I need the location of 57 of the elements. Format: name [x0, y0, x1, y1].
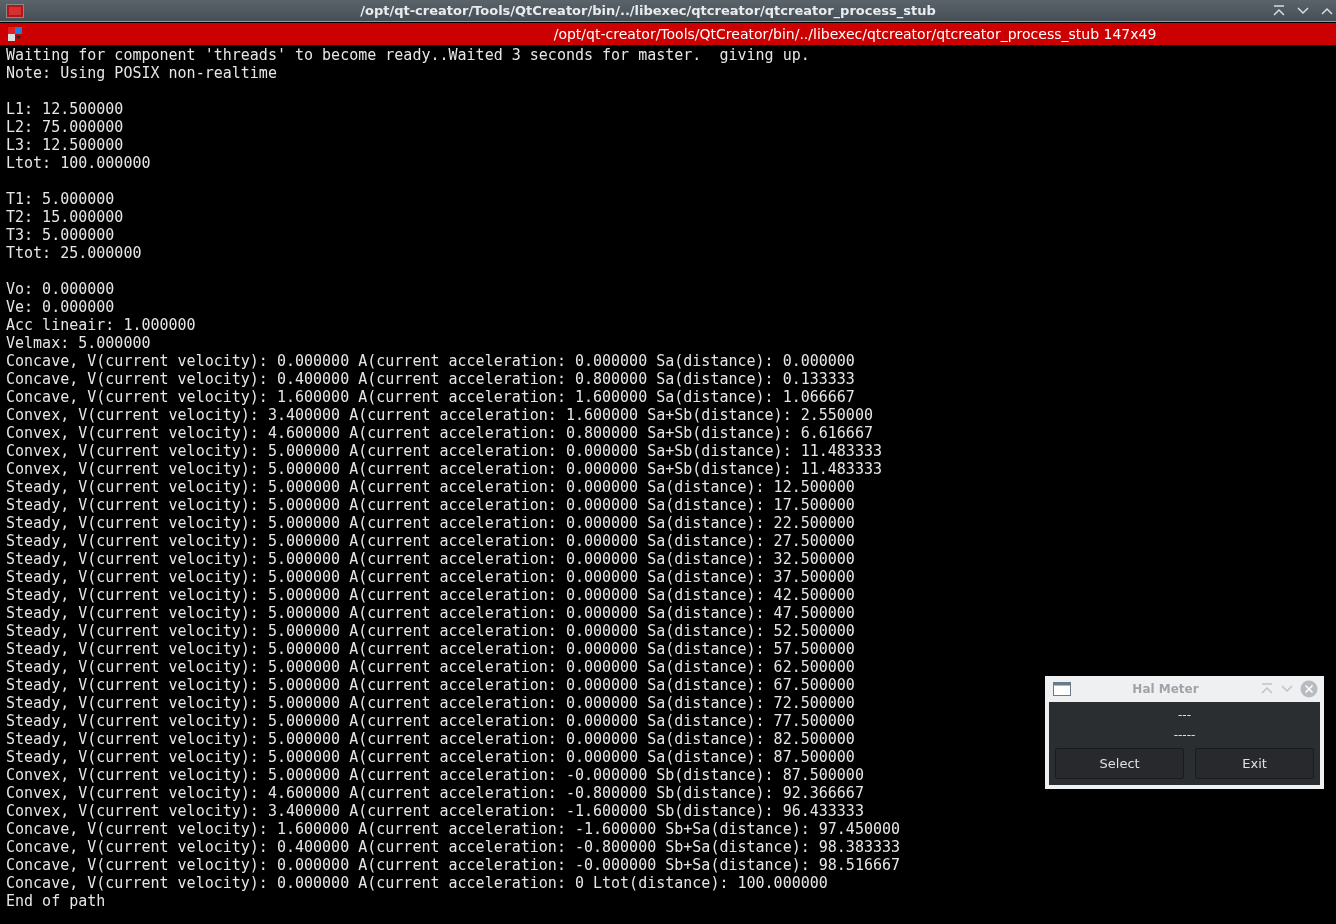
terminal-app-icon — [6, 3, 24, 18]
output-line: Steady, V(current velocity): 5.000000 A(current acceleration: 0.000000 Sa(distance): 32.500000 — [6, 550, 855, 568]
window-title: Hal Meter — [1131, 682, 1200, 696]
terminal-title: /opt/qt-creator/Tools/QtCreator/bin/../libexec/qtcreator/qtcreator_process_stub 147x49 — [552, 26, 1158, 42]
output-line: Convex, V(current velocity): 4.600000 A(current acceleration: 0.800000 Sa+Sb(distance): 6.616667 — [6, 424, 873, 442]
output-line: T3: 5.000000 — [6, 226, 115, 244]
output-line: Waiting for component 'threads' to become ready..Waited 3 seconds for master. giving up. — [6, 46, 810, 64]
output-line: Steady, V(current velocity): 5.000000 A(current acceleration: 0.000000 Sa(distance): 37.500000 — [6, 568, 855, 586]
output-line: Convex, V(current velocity): 5.000000 A(current acceleration: -0.000000 Sb(distance): 87.500000 — [6, 766, 864, 784]
terminal-menu-icon[interactable] — [8, 27, 22, 41]
output-line: Steady, V(current velocity): 5.000000 A(current acceleration: 0.000000 Sa(distance): 67.500000 — [6, 676, 855, 694]
output-line: Steady, V(current velocity): 5.000000 A(current acceleration: 0.000000 Sa(distance): 17.500000 — [6, 496, 855, 514]
output-line: Steady, V(current velocity): 5.000000 A(current acceleration: 0.000000 Sa(distance): 12.500000 — [6, 478, 855, 496]
output-line: Concave, V(current velocity): 0.000000 A(current acceleration: -0.000000 Sb+Sa(distance): 98.516667 — [6, 856, 901, 874]
output-line: L1: 12.500000 — [6, 100, 124, 118]
exit-button[interactable]: Exit — [1195, 748, 1314, 779]
output-line: Ltot: 100.000000 — [6, 154, 151, 172]
meter-value: --- — [1178, 707, 1191, 724]
output-line: Ttot: 25.000000 — [6, 244, 142, 262]
output-line: Convex, V(current velocity): 5.000000 A(current acceleration: 0.000000 Sa+Sb(distance): 11.483333 — [6, 442, 882, 460]
output-line: Steady, V(current velocity): 5.000000 A(current acceleration: 0.000000 Sa(distance): 42.500000 — [6, 586, 855, 604]
window-title: /opt/qt-creator/Tools/QtCreator/bin/../libexec/qtcreator/qtcreator_process_stub — [359, 3, 937, 18]
output-line: Convex, V(current velocity): 3.400000 A(current acceleration: 1.600000 Sa+Sb(distance): 2.550000 — [6, 406, 873, 424]
output-line: Convex, V(current velocity): 5.000000 A(current acceleration: 0.000000 Sa+Sb(distance): 11.483333 — [6, 460, 882, 478]
output-line: Steady, V(current velocity): 5.000000 A(current acceleration: 0.000000 Sa(distance): 77.500000 — [6, 712, 855, 730]
output-line: Concave, V(current velocity): 0.400000 A(current acceleration: 0.800000 Sa(distance): 0.133333 — [6, 370, 855, 388]
output-line: Steady, V(current velocity): 5.000000 A(current acceleration: 0.000000 Sa(distance): 22.500000 — [6, 514, 855, 532]
output-line: Vo: 0.000000 — [6, 280, 115, 298]
output-line: L3: 12.500000 — [6, 136, 124, 154]
output-line: T2: 15.000000 — [6, 208, 124, 226]
output-line: Convex, V(current velocity): 3.400000 A(current acceleration: -1.600000 Sb(distance): 96.433333 — [6, 802, 864, 820]
keep-above-icon[interactable] — [1272, 4, 1286, 17]
output-line: Steady, V(current velocity): 5.000000 A(current acceleration: 0.000000 Sa(distance): 62.500000 — [6, 658, 855, 676]
output-line: Concave, V(current velocity): 0.000000 A(current acceleration: 0.000000 Sa(distance): 0.000000 — [6, 352, 855, 370]
output-line: Steady, V(current velocity): 5.000000 A(current acceleration: 0.000000 Sa(distance): 82.500000 — [6, 730, 855, 748]
output-line: Concave, V(current velocity): 1.600000 A(current acceleration: 1.600000 Sa(distance): 1.066667 — [6, 388, 855, 406]
output-line: T1: 5.000000 — [6, 190, 115, 208]
output-line: Steady, V(current velocity): 5.000000 A(current acceleration: 0.000000 Sa(distance): 87.500000 — [6, 748, 855, 766]
window-icon — [1053, 682, 1071, 696]
output-line: Concave, V(current velocity): 1.600000 A(current acceleration: -1.600000 Sb+Sa(distance): 97.450000 — [6, 820, 901, 838]
output-line: Acc lineair: 1.000000 — [6, 316, 196, 334]
output-line: Steady, V(current velocity): 5.000000 A(current acceleration: 0.000000 Sa(distance): 57.500000 — [6, 640, 855, 658]
output-line: Concave, V(current velocity): 0.000000 A(current acceleration: 0 Ltot(distance): 100.000000 — [6, 874, 828, 892]
output-line: L2: 75.000000 — [6, 118, 124, 136]
output-line: Velmax: 5.000000 — [6, 334, 151, 352]
pin-name: ----- — [1173, 727, 1196, 744]
output-line: Ve: 0.000000 — [6, 298, 115, 316]
output-line: Steady, V(current velocity): 5.000000 A(current acceleration: 0.000000 Sa(distance): 47.500000 — [6, 604, 855, 622]
output-line: Convex, V(current velocity): 4.600000 A(current acceleration: -0.800000 Sb(distance): 92.366667 — [6, 784, 864, 802]
output-line: Concave, V(current velocity): 0.400000 A(current acceleration: -0.800000 Sb+Sa(distance): 98.383333 — [6, 838, 901, 856]
output-line: Steady, V(current velocity): 5.000000 A(current acceleration: 0.000000 Sa(distance): 72.500000 — [6, 694, 855, 712]
output-line: Steady, V(current velocity): 5.000000 A(current acceleration: 0.000000 Sa(distance): 27.500000 — [6, 532, 855, 550]
minimize-icon[interactable] — [1296, 4, 1310, 17]
output-line: Steady, V(current velocity): 5.000000 A(current acceleration: 0.000000 Sa(distance): 52.500000 — [6, 622, 855, 640]
select-button[interactable]: Select — [1055, 748, 1185, 779]
output-line: Note: Using POSIX non-realtime — [6, 64, 277, 82]
output-line: End of path — [6, 892, 106, 910]
